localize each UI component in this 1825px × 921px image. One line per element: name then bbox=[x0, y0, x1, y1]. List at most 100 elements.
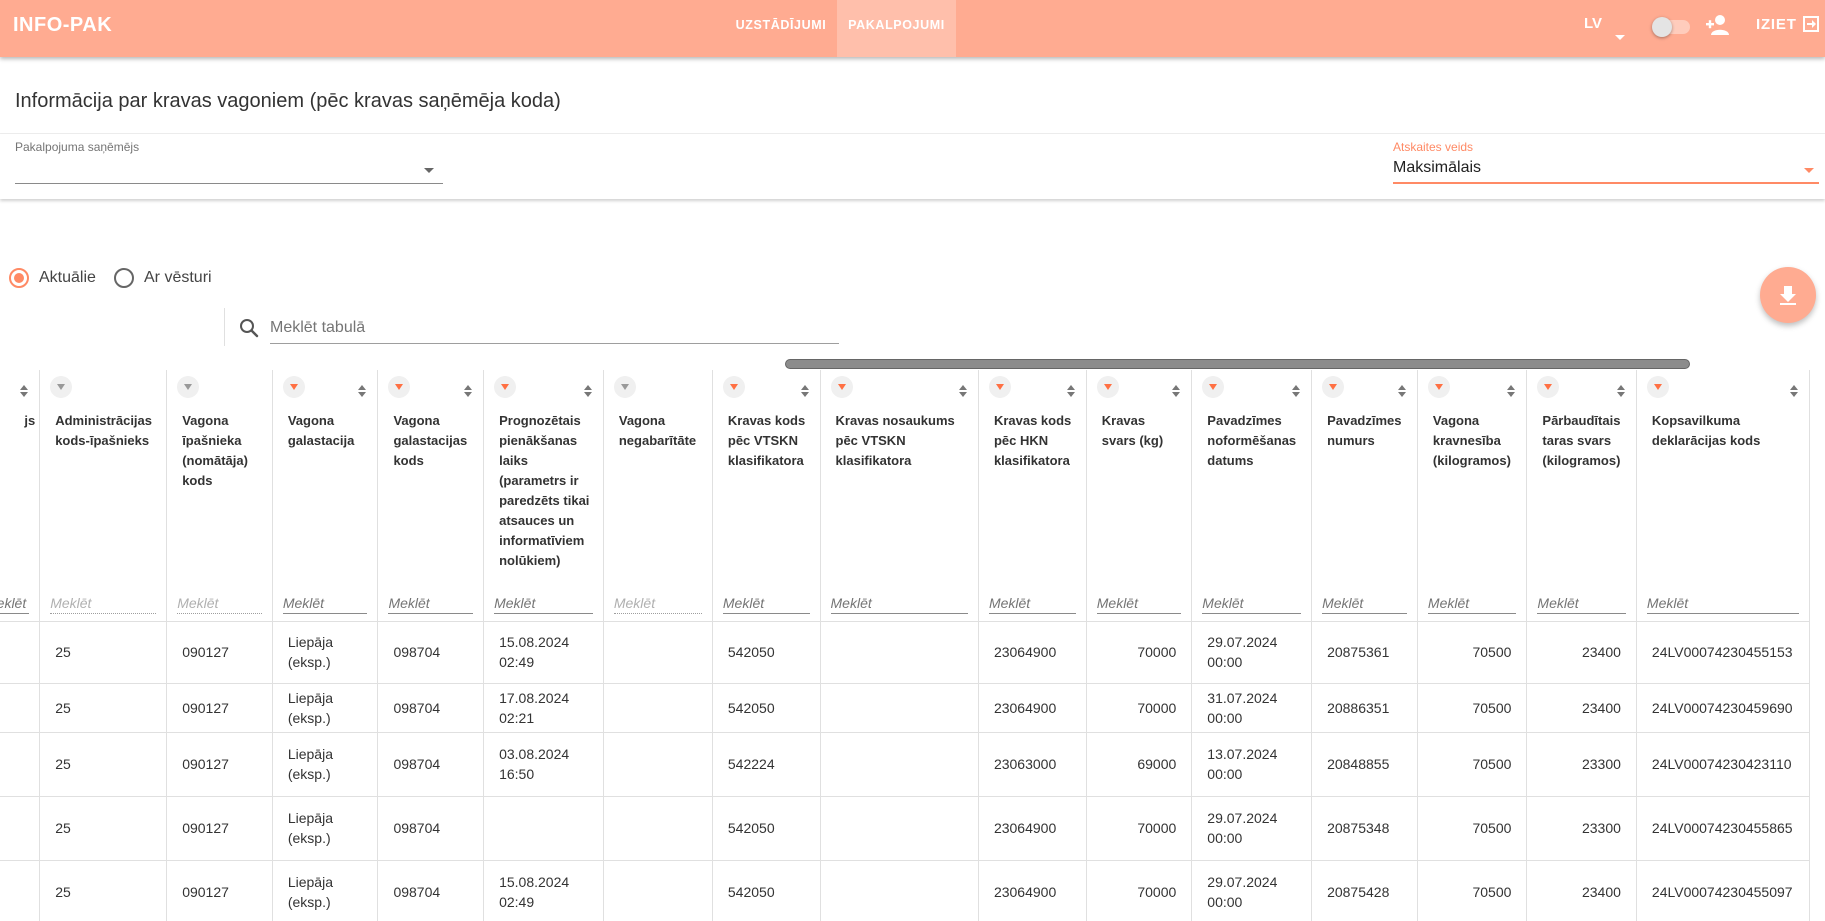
table-cell: 24LV00074230455097 bbox=[1636, 860, 1811, 921]
column-header-label: Vagona galastacija bbox=[287, 413, 355, 448]
sort-icon[interactable] bbox=[1171, 385, 1181, 399]
cell-value: 542050 bbox=[727, 699, 775, 716]
filter-icon[interactable] bbox=[494, 376, 517, 398]
table-cell: 24LV00074230455865 bbox=[1636, 796, 1811, 861]
table-row[interactable]: 25 090127 Liepāja (eksp.) 098704 15.08.2024 … bbox=[0, 621, 1811, 684]
theme-toggle[interactable] bbox=[1652, 15, 1692, 37]
column-header-cell: Kravas nosaukums pēc VTSKN klasifikatora bbox=[821, 370, 978, 621]
sort-icon[interactable] bbox=[1066, 385, 1076, 399]
person-add-icon[interactable] bbox=[1706, 14, 1732, 36]
sort-icon[interactable] bbox=[1616, 385, 1626, 399]
column-filter-input[interactable] bbox=[0, 592, 30, 614]
column-filter-input[interactable] bbox=[1096, 592, 1182, 614]
filter-icon[interactable] bbox=[988, 376, 1011, 398]
report-type-label: Atskaites veids bbox=[1393, 140, 1474, 154]
table-row[interactable]: 25 090127 Liepāja (eksp.) 098704 15.08.2024 … bbox=[0, 860, 1811, 921]
table-cell: 24LV00074230455153 bbox=[1636, 621, 1811, 684]
column-filter-input[interactable] bbox=[388, 592, 474, 614]
nav-tab-services[interactable]: PAKALPOJUMI bbox=[837, 0, 956, 57]
sort-icon[interactable] bbox=[1506, 385, 1516, 399]
filter-icon[interactable] bbox=[1646, 376, 1669, 398]
language-selector[interactable]: LV bbox=[1584, 15, 1625, 45]
filter-icon[interactable] bbox=[50, 376, 73, 398]
table-cell: 70500 bbox=[1417, 621, 1528, 684]
column-filter-input[interactable] bbox=[830, 592, 968, 614]
sort-icon[interactable] bbox=[958, 385, 968, 399]
column-header-cell: Prognozētais pienākšanas laiks (parametr… bbox=[484, 370, 603, 621]
column-header: Administrācijas kods-īpašnieks bbox=[39, 370, 168, 622]
column-filter-input[interactable] bbox=[988, 592, 1076, 614]
filter-icon[interactable] bbox=[830, 376, 853, 398]
sort-icon[interactable] bbox=[357, 385, 367, 399]
table-row[interactable]: 25 090127 Liepāja (eksp.) 098704 03.08.2024 … bbox=[0, 732, 1811, 797]
horizontal-scrollbar[interactable] bbox=[785, 359, 1690, 369]
report-type-select[interactable]: Maksimālais bbox=[1393, 158, 1819, 184]
column-header-cell: js bbox=[0, 370, 39, 621]
column-filter-input[interactable] bbox=[1202, 592, 1302, 614]
cell-value: 20875348 bbox=[1327, 820, 1390, 836]
sort-icon[interactable] bbox=[1397, 385, 1407, 399]
sort-icon[interactable] bbox=[19, 385, 29, 399]
search-icon bbox=[240, 319, 259, 338]
cell-value: 090127 bbox=[182, 820, 229, 836]
nav-tab-settings[interactable]: UZSTĀDĪJUMI bbox=[725, 0, 837, 57]
table-search-input[interactable] bbox=[270, 312, 839, 344]
table-cell: 13.07.2024 00:00 bbox=[1191, 732, 1313, 797]
filter-icon[interactable] bbox=[722, 376, 745, 398]
column-filter-input[interactable] bbox=[494, 592, 593, 614]
filter-icon[interactable] bbox=[613, 376, 636, 398]
table-cell: 098704 bbox=[377, 732, 485, 797]
exit-button[interactable]: IZIET bbox=[1756, 16, 1819, 38]
column-filter-input[interactable] bbox=[1537, 592, 1626, 614]
sort-icon[interactable] bbox=[583, 385, 593, 399]
column-filter-input[interactable] bbox=[1427, 592, 1517, 614]
table-cell: 25 bbox=[39, 621, 168, 684]
table-cell: 090127 bbox=[166, 796, 273, 861]
recipient-select[interactable] bbox=[15, 158, 443, 184]
divider bbox=[224, 308, 225, 346]
radio-current-label: Aktuālie bbox=[39, 269, 96, 286]
table-cell bbox=[603, 860, 713, 921]
cell-value: 29.07.2024 00:00 bbox=[1207, 874, 1278, 910]
table-cell: 090127 bbox=[166, 732, 273, 797]
filter-icon[interactable] bbox=[177, 376, 200, 398]
cell-value: 24LV00074230455153 bbox=[1651, 644, 1793, 660]
column-header-label: Kopsavilkuma deklarācijas kods bbox=[1651, 413, 1761, 448]
sort-icon[interactable] bbox=[463, 385, 473, 399]
table-cell: 15.08.2024 02:49 bbox=[483, 621, 604, 684]
column-header-label: Administrācijas kods-īpašnieks bbox=[55, 413, 153, 448]
filter-icon[interactable] bbox=[1202, 376, 1225, 398]
table-cell: 23064900 bbox=[978, 796, 1087, 861]
column-filter-input[interactable] bbox=[722, 592, 810, 614]
cell-value: 542050 bbox=[727, 884, 775, 900]
cell-value: 24LV00074230423110 bbox=[1651, 756, 1792, 772]
table-cell: 23064900 bbox=[978, 683, 1087, 733]
cell-value: 23064900 bbox=[993, 644, 1057, 660]
filter-icon[interactable] bbox=[1322, 376, 1345, 398]
column-filter-input[interactable] bbox=[1646, 592, 1799, 614]
cell-value bbox=[821, 622, 978, 683]
table-cell: 20875348 bbox=[1311, 796, 1418, 861]
column-header-cell: Vagona negabarītāte bbox=[604, 370, 712, 621]
filter-panel: Pakalpojuma saņēmējs Atskaites veids Mak… bbox=[0, 134, 1825, 199]
column-filter-input[interactable] bbox=[1322, 592, 1407, 614]
download-button[interactable] bbox=[1760, 267, 1816, 323]
sort-icon[interactable] bbox=[1291, 385, 1301, 399]
filter-icon[interactable] bbox=[282, 376, 305, 398]
filter-icon[interactable] bbox=[1096, 376, 1119, 398]
app-logo[interactable]: INFO-PAK bbox=[13, 14, 112, 37]
table-cell: 70000 bbox=[1086, 860, 1193, 921]
table-cell: 70500 bbox=[1417, 860, 1528, 921]
table-row[interactable]: 25 090127 Liepāja (eksp.) 098704 542050 23064… bbox=[0, 796, 1811, 861]
filter-icon[interactable] bbox=[1537, 376, 1560, 398]
table-cell bbox=[483, 796, 604, 861]
filter-icon[interactable] bbox=[1427, 376, 1450, 398]
table-row[interactable]: 25 090127 Liepāja (eksp.) 098704 17.08.2024 … bbox=[0, 683, 1811, 733]
table-cell: Liepāja (eksp.) bbox=[272, 621, 379, 684]
filter-icon[interactable] bbox=[388, 376, 411, 398]
sort-icon[interactable] bbox=[1789, 385, 1799, 399]
column-filter-input[interactable] bbox=[282, 592, 368, 614]
cell-value: 23400 bbox=[1581, 884, 1621, 900]
sort-icon[interactable] bbox=[800, 385, 810, 399]
table-header-row: js Administrācijas kods-īpašnieks Vagona ī… bbox=[0, 370, 1811, 622]
